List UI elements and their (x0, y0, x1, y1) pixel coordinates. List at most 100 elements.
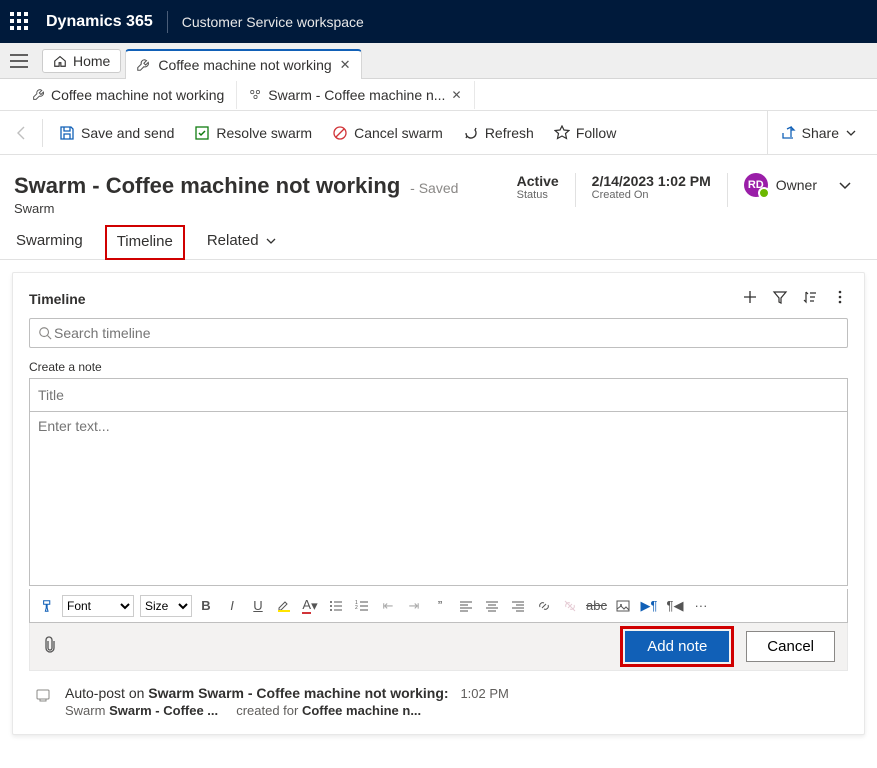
back-button[interactable] (8, 125, 36, 141)
createdon-label: Created On (592, 189, 711, 201)
search-icon (38, 326, 52, 340)
highlight-button[interactable] (272, 594, 296, 618)
command-bar: Save and send Resolve swarm Cancel swarm… (0, 111, 877, 155)
link-button[interactable] (532, 594, 556, 618)
brand-label: Dynamics 365 (46, 13, 153, 31)
align-left-icon (459, 599, 473, 613)
chevron-down-icon (845, 127, 857, 139)
search-timeline[interactable] (29, 318, 848, 348)
bold-button[interactable]: B (194, 594, 218, 618)
saved-indicator: - Saved (410, 180, 458, 196)
quote-button[interactable]: ” (428, 594, 452, 618)
entity-label: Swarm (14, 201, 458, 216)
cancel-icon (332, 125, 348, 141)
save-icon (59, 125, 75, 141)
more-vertical-icon (832, 289, 848, 305)
bullet-list-button[interactable] (324, 594, 348, 618)
fontcolor-button[interactable]: A▾ (298, 594, 322, 618)
ltr-button[interactable]: ▶¶ (637, 594, 661, 618)
divider (575, 173, 576, 207)
align-center-button[interactable] (480, 594, 504, 618)
more-button[interactable] (832, 289, 848, 308)
record-header: Swarm - Coffee machine not working - Sav… (0, 155, 877, 224)
autopost-prefix: Auto-post on (65, 685, 148, 701)
hamburger-icon[interactable] (6, 50, 32, 72)
divider (42, 119, 43, 147)
cmd-label: Cancel swarm (354, 125, 443, 141)
strike-button[interactable]: abc (584, 594, 609, 618)
add-note-highlight: Add note (620, 626, 734, 667)
owner-label: Owner (776, 177, 817, 193)
note-action-row: Add note Cancel (29, 623, 848, 671)
app-tab-case[interactable]: Coffee machine not working ✕ (125, 49, 361, 79)
home-button[interactable]: Home (42, 49, 121, 73)
size-select[interactable]: Size (140, 595, 192, 617)
search-input[interactable] (52, 324, 839, 342)
tab-related[interactable]: Related (205, 224, 279, 259)
star-icon (554, 125, 570, 141)
rte-toolbar: Font Size B I U A▾ 12 ⇤ ⇥ ” abc ▶¶ ¶◀ ··… (29, 589, 848, 623)
share-icon (780, 125, 796, 141)
wrench-icon (136, 58, 150, 72)
more-format-button[interactable]: ··· (689, 594, 713, 618)
autopost-line2b: Swarm - Coffee ... (109, 703, 218, 718)
save-send-button[interactable]: Save and send (49, 119, 184, 147)
add-record-button[interactable] (742, 289, 758, 308)
chevron-down-icon (837, 177, 853, 193)
tab-swarming[interactable]: Swarming (14, 224, 85, 259)
link-icon (537, 599, 551, 613)
paperclip-icon (42, 636, 58, 654)
app-launcher-icon[interactable] (10, 12, 30, 32)
cancel-swarm-button[interactable]: Cancel swarm (322, 119, 453, 147)
refresh-button[interactable]: Refresh (453, 119, 544, 147)
autopost-icon (35, 687, 51, 718)
owner-avatar[interactable]: RD (744, 173, 768, 197)
align-left-button[interactable] (454, 594, 478, 618)
add-note-button[interactable]: Add note (625, 631, 729, 662)
autopost-line2c: created for (236, 703, 302, 718)
outdent-button[interactable]: ⇤ (376, 594, 400, 618)
workspace-label: Customer Service workspace (182, 14, 364, 30)
follow-button[interactable]: Follow (544, 119, 626, 147)
number-list-button[interactable]: 12 (350, 594, 374, 618)
expand-header-button[interactable] (833, 173, 857, 200)
form-tabs: Swarming Timeline Related (0, 224, 877, 260)
session-tab-case[interactable]: Coffee machine not working (20, 81, 237, 109)
align-right-button[interactable] (506, 594, 530, 618)
timeline-title: Timeline (29, 291, 86, 307)
share-button[interactable]: Share (767, 111, 869, 154)
rtl-button[interactable]: ¶◀ (663, 594, 687, 618)
attachment-button[interactable] (42, 636, 58, 657)
session-tab-swarm[interactable]: Swarm - Coffee machine n... ✕ (237, 81, 474, 109)
close-icon[interactable]: ✕ (451, 88, 461, 102)
filter-button[interactable] (772, 289, 788, 308)
unlink-button[interactable] (558, 594, 582, 618)
italic-button[interactable]: I (220, 594, 244, 618)
swarm-icon (249, 88, 262, 101)
autopost-time: 1:02 PM (460, 686, 508, 701)
cancel-note-button[interactable]: Cancel (746, 631, 835, 662)
tab-timeline[interactable]: Timeline (105, 225, 185, 260)
resolve-swarm-button[interactable]: Resolve swarm (184, 119, 322, 147)
font-select[interactable]: Font (62, 595, 134, 617)
sort-button[interactable] (802, 289, 818, 308)
close-icon[interactable]: ✕ (340, 57, 351, 73)
align-center-icon (485, 599, 499, 613)
refresh-icon (463, 125, 479, 141)
svg-text:2: 2 (355, 605, 358, 611)
autopost-subject: Swarm Swarm - Coffee machine not working… (148, 685, 448, 701)
session-tab-label: Coffee machine not working (51, 87, 224, 103)
plus-icon (742, 289, 758, 305)
cmd-label: Save and send (81, 125, 174, 141)
status-value: Active (517, 173, 559, 189)
create-note-label: Create a note (29, 360, 848, 374)
indent-button[interactable]: ⇥ (402, 594, 426, 618)
note-title-input[interactable] (29, 378, 848, 412)
share-label: Share (802, 125, 839, 141)
timeline-card: Timeline Create a note Font Size B I U (12, 272, 865, 735)
format-painter-button[interactable] (36, 594, 60, 618)
underline-button[interactable]: U (246, 594, 270, 618)
cmd-label: Follow (576, 125, 616, 141)
image-button[interactable] (611, 594, 635, 618)
note-body-input[interactable] (29, 412, 848, 586)
